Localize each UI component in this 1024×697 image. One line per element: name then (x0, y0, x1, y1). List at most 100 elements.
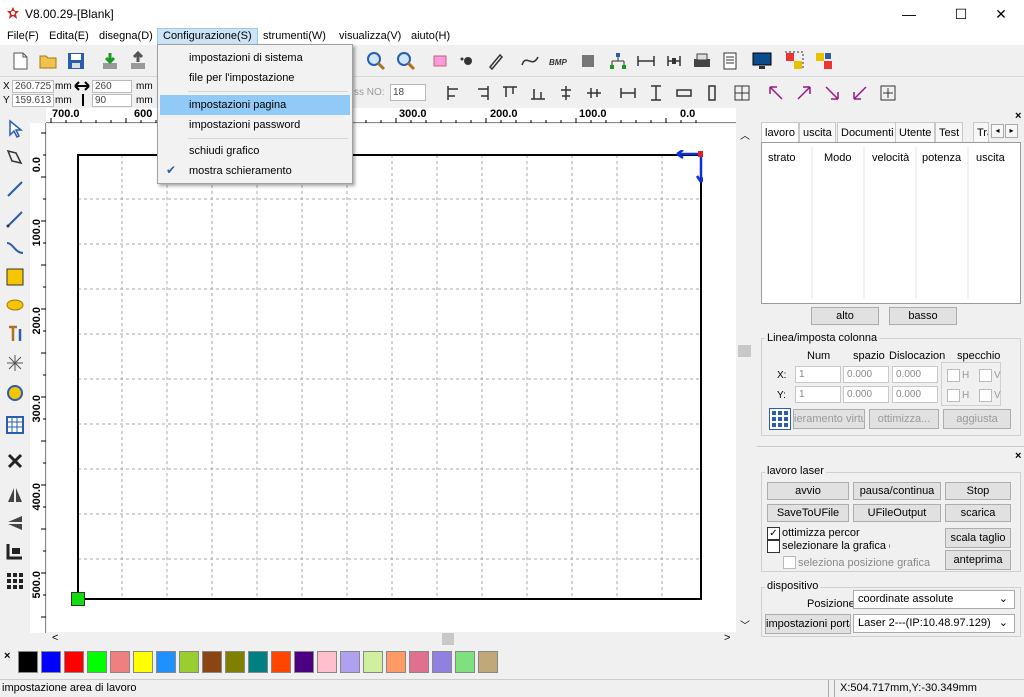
color-swatch[interactable] (87, 651, 107, 673)
color-swatch[interactable] (179, 651, 199, 673)
align-right-icon[interactable] (470, 81, 494, 105)
mirror-h-icon[interactable] (3, 483, 27, 507)
same-width-icon[interactable] (616, 81, 640, 105)
measure-v-icon[interactable] (662, 49, 686, 73)
corner-icon[interactable] (3, 539, 27, 563)
menu-edit[interactable]: Edita(E) (44, 28, 94, 45)
color-swatch[interactable] (317, 651, 337, 673)
horizontal-scrollbar[interactable]: < > (46, 632, 736, 646)
download-button[interactable]: scarica (945, 504, 1011, 522)
color-swatch[interactable] (271, 651, 291, 673)
y-position-field[interactable]: 159.613 (12, 94, 54, 107)
polyline-icon[interactable] (3, 207, 27, 231)
port-settings-button[interactable]: impostazioni porta (765, 614, 851, 634)
horizontal-scroll-thumb[interactable] (442, 633, 454, 645)
array-y-num[interactable]: 1 (795, 386, 841, 403)
color-swatch[interactable] (202, 651, 222, 673)
grid-array-icon[interactable] (3, 413, 27, 437)
color-swatch[interactable] (294, 651, 314, 673)
scroll-right-icon[interactable]: > (724, 632, 730, 644)
menu-file[interactable]: File(F) (2, 28, 44, 45)
printer-icon[interactable] (690, 49, 714, 73)
line-icon[interactable] (3, 177, 27, 201)
open-folder-icon[interactable] (36, 49, 60, 73)
mirror-y-h-checkbox[interactable] (947, 389, 960, 402)
tab-tra[interactable]: Tra (973, 122, 989, 142)
zoom-out-icon[interactable] (394, 49, 418, 73)
menu-item-settings-file[interactable]: file per l'impostazione (160, 68, 350, 88)
import-icon[interactable] (98, 49, 122, 73)
select-graphic-checkbox[interactable] (767, 540, 780, 553)
layer-down-button[interactable]: basso (889, 307, 957, 325)
tab-lavoro[interactable]: lavoro (761, 122, 799, 143)
tab-prev-icon[interactable]: ◂ (991, 124, 1004, 138)
scroll-up-icon[interactable]: ︿ (740, 127, 750, 142)
node-select-icon[interactable] (3, 145, 27, 169)
menu-help[interactable]: aiuto(H) (406, 28, 455, 45)
pen-icon[interactable] (484, 49, 508, 73)
menu-item-show-array[interactable]: mostra schieramento (160, 161, 350, 181)
distribute-v-icon[interactable] (700, 81, 724, 105)
select-position-checkbox[interactable] (783, 556, 796, 569)
laser-panel-close-icon[interactable]: × (1015, 450, 1021, 462)
start-button[interactable]: avvio (767, 482, 849, 500)
scroll-left-icon[interactable]: < (52, 632, 58, 644)
vertical-scroll-thumb[interactable] (738, 345, 751, 357)
ellipse-icon[interactable] (3, 293, 27, 317)
width-field[interactable]: 260 (92, 80, 132, 93)
monitor-icon[interactable] (750, 49, 774, 73)
mirror-v-icon[interactable] (3, 511, 27, 535)
mirror-x-h-checkbox[interactable] (947, 369, 960, 382)
color-swatch[interactable] (363, 651, 383, 673)
menu-item-page-settings[interactable]: impostazioni pagina (160, 95, 350, 115)
center-icon[interactable] (876, 81, 900, 105)
scroll-down-icon[interactable]: ﹀ (740, 617, 750, 632)
align-top-icon[interactable] (498, 81, 522, 105)
tab-documenti[interactable]: Documenti (837, 122, 898, 142)
rectangle-icon[interactable] (3, 265, 27, 289)
ufile-output-button[interactable]: UFileOutput (853, 504, 941, 522)
mirror-x-v-checkbox[interactable] (979, 369, 992, 382)
color-swatch[interactable] (432, 651, 452, 673)
position-select[interactable]: coordinate assolute ⌄ (853, 590, 1015, 609)
laser-device-select[interactable]: Laser 2---(IP:10.48.97.129) ⌄ (853, 614, 1015, 633)
menu-item-close-graphic[interactable]: schiudi grafico (160, 141, 350, 161)
adjust-button[interactable]: aggiusta (943, 409, 1011, 429)
optimize-array-button[interactable]: ottimizza... (869, 409, 939, 429)
array-y-disloc[interactable]: 0.000 (892, 386, 938, 403)
tab-utente[interactable]: Utente (895, 122, 936, 142)
curve-icon[interactable] (518, 49, 542, 73)
color-swatch[interactable] (41, 651, 61, 673)
arrow-nw-icon[interactable] (764, 81, 788, 105)
color-swatch[interactable] (248, 651, 268, 673)
text-icon[interactable] (3, 321, 27, 345)
color-swatch[interactable] (409, 651, 429, 673)
mirror-y-v-checkbox[interactable] (979, 389, 992, 402)
menu-item-password-settings[interactable]: impostazioni password (160, 115, 350, 135)
zoom-in-icon[interactable] (364, 49, 388, 73)
array-x-num[interactable]: 1 (795, 366, 841, 383)
close-button[interactable]: ✕ (978, 0, 1024, 28)
align-bottom-icon[interactable] (526, 81, 550, 105)
color-swatch[interactable] (386, 651, 406, 673)
distribute-h-icon[interactable] (672, 81, 696, 105)
center-v-icon[interactable] (582, 81, 606, 105)
tab-test[interactable]: Test (935, 122, 964, 142)
vertical-scrollbar[interactable]: ︿ ﹀ (736, 123, 753, 633)
node-edit-icon[interactable] (456, 49, 480, 73)
curve-tool-icon[interactable] (3, 235, 27, 259)
pause-continue-button[interactable]: pausa/continua (853, 482, 941, 500)
bitmap-icon[interactable]: BMP (546, 49, 570, 73)
save-icon[interactable] (64, 49, 88, 73)
menu-draw[interactable]: disegna(D) (94, 28, 158, 45)
align-b-icon[interactable] (812, 49, 836, 73)
cut-scale-button[interactable]: scala taglio (945, 528, 1011, 548)
color-swatch[interactable] (18, 651, 38, 673)
fill-icon[interactable] (576, 49, 600, 73)
menu-item-system-settings[interactable]: impostazioni di sistema (160, 48, 350, 68)
color-swatch[interactable] (455, 651, 475, 673)
select-frame-icon[interactable] (428, 49, 452, 73)
stop-button[interactable]: Stop (945, 482, 1011, 500)
panel-close-icon[interactable]: × (1015, 110, 1021, 122)
menu-tools[interactable]: strumenti(W) (258, 28, 331, 45)
